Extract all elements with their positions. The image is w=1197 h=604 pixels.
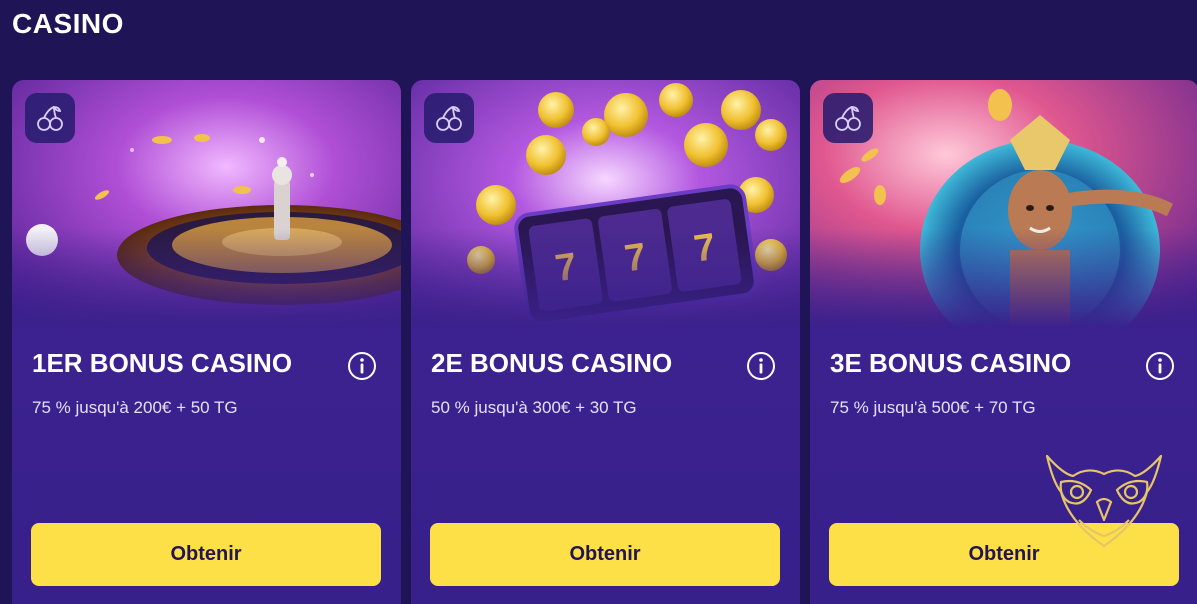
roulette-image bbox=[12, 80, 401, 328]
bonus-cards-list: 1ER BONUS CASINO 75 % jusqu'à 200€ + 50 … bbox=[12, 80, 1197, 604]
card-title: 3E BONUS CASINO bbox=[830, 348, 1072, 378]
cherries-icon bbox=[25, 93, 75, 143]
cherries-icon bbox=[424, 93, 474, 143]
section-title: CASINO bbox=[12, 8, 124, 39]
bonus-card-1[interactable]: 1ER BONUS CASINO 75 % jusqu'à 200€ + 50 … bbox=[12, 80, 401, 604]
card-description: 75 % jusqu'à 200€ + 50 TG bbox=[32, 398, 238, 417]
slot-machine-image: 7 7 7 bbox=[411, 80, 800, 328]
card-title: 1ER BONUS CASINO bbox=[32, 348, 293, 378]
cherries-icon bbox=[823, 93, 873, 143]
carnival-dancer-image bbox=[810, 80, 1197, 328]
info-icon[interactable] bbox=[347, 351, 377, 381]
obtain-button[interactable]: Obtenir bbox=[31, 523, 381, 586]
card-description: 75 % jusqu'à 500€ + 70 TG bbox=[830, 398, 1036, 417]
card-description: 50 % jusqu'à 300€ + 30 TG bbox=[431, 398, 637, 417]
obtain-button[interactable]: Obtenir bbox=[430, 523, 780, 586]
info-icon[interactable] bbox=[1145, 351, 1175, 381]
bonus-card-2[interactable]: 7 7 7 2E BONUS CASINO bbox=[411, 80, 800, 604]
owl-logo-icon bbox=[1043, 452, 1165, 552]
card-title: 2E BONUS CASINO bbox=[431, 348, 673, 378]
info-icon[interactable] bbox=[746, 351, 776, 381]
